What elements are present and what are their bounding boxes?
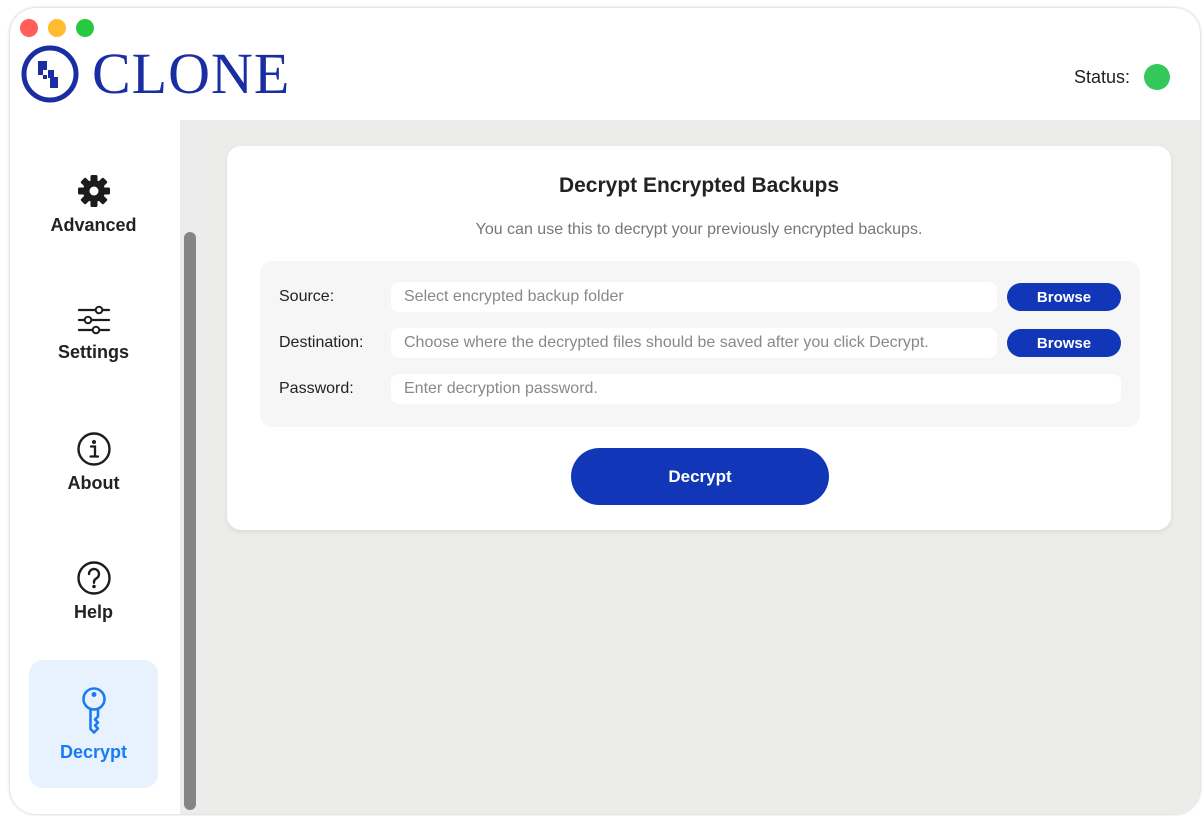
sidebar-item-decrypt[interactable]: Decrypt [29, 660, 158, 788]
app-logo-text: CLONE [92, 41, 291, 106]
destination-row: Destination: Browse [279, 328, 1121, 358]
sidebar-item-settings[interactable]: Settings [29, 269, 158, 397]
question-icon [76, 560, 111, 595]
sidebar-item-label: Decrypt [59, 741, 128, 762]
sliders-icon [77, 305, 110, 334]
minimize-window-button[interactable] [48, 19, 66, 37]
sidebar: Advanced Settings About Help Decrypt [10, 120, 180, 814]
page-subtitle: You can use this to decrypt your previou… [475, 221, 923, 238]
sidebar-item-about[interactable]: About [29, 398, 158, 526]
sidebar-item-label: Settings [57, 341, 129, 362]
sidebar-scrollbar[interactable] [180, 120, 200, 814]
zoom-window-button[interactable] [76, 19, 94, 37]
sidebar-item-help[interactable]: Help [29, 527, 158, 655]
info-icon [76, 431, 111, 466]
destination-input[interactable] [391, 328, 997, 358]
decrypt-form: Source: Browse Destination: Browse Passw… [260, 261, 1140, 427]
window-controls [20, 19, 94, 37]
password-input[interactable] [391, 374, 1121, 404]
destination-browse-button[interactable]: Browse [1007, 329, 1121, 357]
decrypt-card: Decrypt Encrypted Backups You can use th… [227, 146, 1171, 530]
close-window-button[interactable] [20, 19, 38, 37]
sidebar-scrollbar-thumb[interactable] [184, 232, 196, 810]
source-browse-button[interactable]: Browse [1007, 283, 1121, 311]
password-row: Password: [279, 374, 1121, 404]
page-title: Decrypt Encrypted Backups [558, 174, 840, 197]
sidebar-item-label: Advanced [50, 214, 137, 235]
sidebar-item-advanced[interactable]: Advanced [29, 140, 158, 268]
source-label: Source: [279, 288, 335, 305]
main-content: Decrypt Encrypted Backups You can use th… [200, 120, 1200, 814]
app-logo: CLONE [20, 44, 290, 104]
status-dot-icon [1144, 64, 1170, 90]
sidebar-item-label: Help [73, 601, 113, 622]
clone-logo-icon [21, 45, 79, 103]
status-indicator: Status: [1074, 64, 1170, 90]
gear-icon [77, 174, 110, 207]
status-label: Status: [1073, 66, 1130, 87]
decrypt-button[interactable]: Decrypt [571, 448, 829, 505]
app-window: CLONE Status: Advanced Settings About He… [10, 8, 1200, 814]
destination-label: Destination: [279, 334, 364, 351]
source-row: Source: Browse [279, 282, 1121, 312]
sidebar-item-label: About [67, 472, 120, 493]
password-label: Password: [279, 380, 354, 397]
source-input[interactable] [391, 282, 997, 312]
key-icon [81, 686, 106, 734]
